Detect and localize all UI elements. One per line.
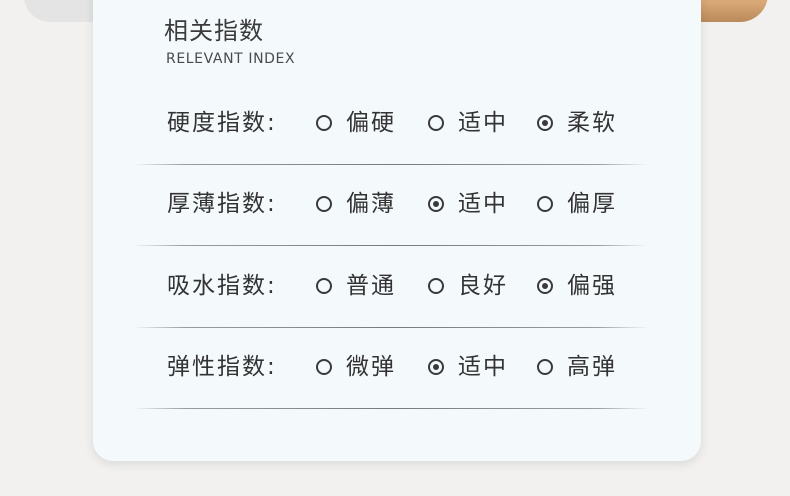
- radio-option[interactable]: 适中: [428, 107, 508, 139]
- option-label: 偏强: [567, 273, 617, 299]
- radio-unchecked-icon[interactable]: [537, 196, 553, 212]
- option-label: 偏薄: [346, 191, 396, 217]
- radio-checked-icon[interactable]: [428, 359, 444, 375]
- radio-unchecked-icon[interactable]: [537, 359, 553, 375]
- index-card: [93, 0, 701, 461]
- radio-option[interactable]: 高弹: [537, 351, 617, 383]
- radio-checked-icon[interactable]: [428, 196, 444, 212]
- radio-unchecked-icon[interactable]: [316, 278, 332, 294]
- row-divider: [133, 408, 648, 409]
- radio-checked-icon[interactable]: [537, 115, 553, 131]
- radio-checked-icon[interactable]: [537, 278, 553, 294]
- radio-option[interactable]: 适中: [428, 188, 508, 220]
- radio-option[interactable]: 偏硬: [316, 107, 396, 139]
- row-divider: [133, 327, 648, 328]
- section-subtitle: RELEVANT INDEX: [166, 51, 296, 67]
- row-label: 吸水指数:: [167, 273, 277, 299]
- radio-option[interactable]: 柔软: [537, 107, 617, 139]
- radio-option[interactable]: 普通: [316, 270, 396, 302]
- radio-unchecked-icon[interactable]: [316, 359, 332, 375]
- radio-option[interactable]: 微弹: [316, 351, 396, 383]
- row-label: 弹性指数:: [167, 354, 277, 380]
- row-label: 硬度指数:: [167, 110, 277, 136]
- option-label: 偏厚: [567, 191, 617, 217]
- index-row-absorbency: 吸水指数: 普通 良好 偏强: [0, 266, 790, 306]
- radio-option[interactable]: 偏强: [537, 270, 617, 302]
- radio-option[interactable]: 适中: [428, 351, 508, 383]
- option-label: 适中: [458, 191, 508, 217]
- row-divider: [133, 164, 648, 165]
- option-label: 良好: [458, 273, 508, 299]
- row-label: 厚薄指数:: [167, 191, 277, 217]
- index-row-hardness: 硬度指数: 偏硬 适中 柔软: [0, 103, 790, 143]
- radio-option[interactable]: 偏薄: [316, 188, 396, 220]
- radio-unchecked-icon[interactable]: [316, 196, 332, 212]
- option-label: 适中: [458, 110, 508, 136]
- option-label: 适中: [458, 354, 508, 380]
- option-label: 高弹: [567, 354, 617, 380]
- radio-option[interactable]: 偏厚: [537, 188, 617, 220]
- radio-unchecked-icon[interactable]: [428, 115, 444, 131]
- radio-unchecked-icon[interactable]: [428, 278, 444, 294]
- option-label: 柔软: [567, 110, 617, 136]
- option-label: 微弹: [346, 354, 396, 380]
- index-row-elasticity: 弹性指数: 微弹 适中 高弹: [0, 347, 790, 387]
- section-title: 相关指数: [164, 17, 264, 45]
- radio-unchecked-icon[interactable]: [316, 115, 332, 131]
- option-label: 普通: [346, 273, 396, 299]
- row-divider: [133, 245, 648, 246]
- radio-option[interactable]: 良好: [428, 270, 508, 302]
- index-row-thickness: 厚薄指数: 偏薄 适中 偏厚: [0, 184, 790, 224]
- option-label: 偏硬: [346, 110, 396, 136]
